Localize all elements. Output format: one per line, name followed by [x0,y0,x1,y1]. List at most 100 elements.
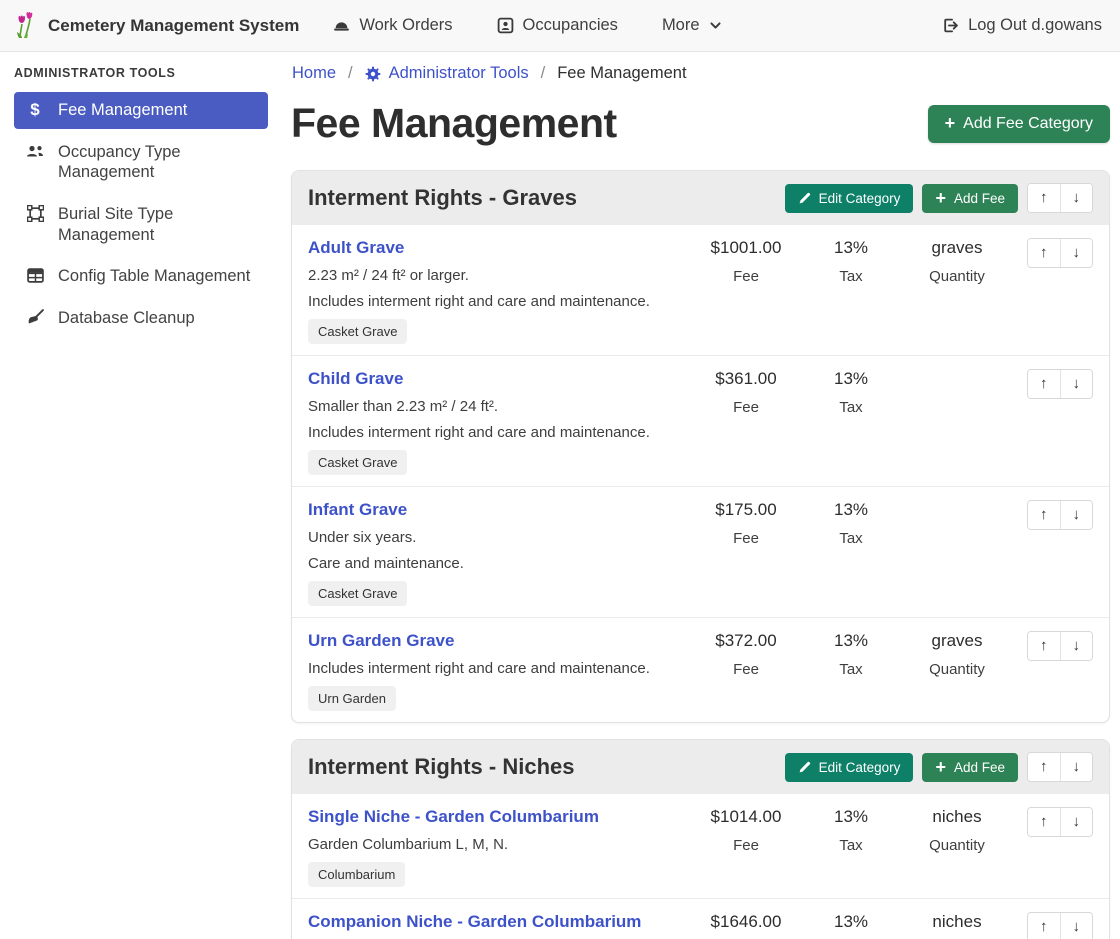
breadcrumb-separator: / [541,64,546,83]
tax-value: 13% [801,807,901,827]
fee-name-link[interactable]: Child Grave [308,369,403,389]
move-category-up-button[interactable]: ↑ [1028,184,1060,212]
fee-reorder-group: ↑ ↓ [1027,631,1093,661]
sidebar-item-burial-site-type-management[interactable]: Burial Site Type Management [14,196,268,253]
fee-amount: $372.00 [691,631,801,651]
fee-amount-col: $1014.00 Fee [691,807,801,854]
move-fee-up-button[interactable]: ↑ [1028,632,1060,660]
move-category-down-button[interactable]: ↓ [1060,184,1093,212]
logout-button[interactable]: Log Out d.gowans [942,16,1102,35]
top-navbar: Cemetery Management System Work Orders O… [0,0,1120,52]
move-category-up-button[interactable]: ↑ [1028,753,1060,781]
move-fee-up-button[interactable]: ↑ [1028,370,1060,398]
fee-description: Includes interment right and care and ma… [308,424,691,441]
add-fee-button[interactable]: + Add Fee [922,753,1018,782]
fee-label: Fee [691,661,801,678]
tax-value: 13% [801,631,901,651]
quantity-unit: graves [901,238,1013,258]
quantity-unit: niches [901,912,1013,932]
gear-icon [365,66,381,82]
breadcrumb: Home / Administrator To [292,64,1110,83]
sidebar-item-occupancy-type-management[interactable]: Occupancy Type Management [14,134,268,191]
add-fee-category-button[interactable]: + Add Fee Category [928,105,1110,143]
fee-type-badge: Urn Garden [308,686,396,711]
category-reorder-group: ↑ ↓ [1027,183,1093,213]
fee-amount-col: $361.00 Fee [691,369,801,416]
sidebar-item-fee-management[interactable]: $ Fee Management [14,92,268,129]
table-icon [25,267,45,284]
fee-category-card: Interment Rights - Graves Edit Category … [291,170,1110,723]
fee-name-link[interactable]: Urn Garden Grave [308,631,454,651]
app-title: Cemetery Management System [48,16,299,36]
fee-amount: $175.00 [691,500,801,520]
move-fee-down-button[interactable]: ↓ [1060,239,1093,267]
categories: Interment Rights - Graves Edit Category … [291,170,1110,939]
plus-icon: + [935,760,946,774]
move-fee-up-button[interactable]: ↑ [1028,239,1060,267]
app-brand: Cemetery Management System [14,12,299,39]
tax-value: 13% [801,912,901,932]
nav-occupancies[interactable]: Occupancies [497,16,618,35]
quantity-label: Quantity [901,661,1013,678]
fee-label: Fee [691,268,801,285]
move-fee-down-button[interactable]: ↓ [1060,501,1093,529]
breadcrumb-current: Fee Management [557,64,686,83]
logout-icon [942,17,959,34]
fee-row: Adult Grave 2.23 m² / 24 ft² or larger.I… [292,225,1109,355]
fee-amount: $1014.00 [691,807,801,827]
nav-more[interactable]: More [662,16,722,35]
fee-amount: $1001.00 [691,238,801,258]
category-header: Interment Rights - Niches Edit Category … [292,740,1109,794]
breadcrumb-separator: / [348,64,353,83]
move-fee-up-button[interactable]: ↑ [1028,808,1060,836]
add-fee-button[interactable]: + Add Fee [922,184,1018,213]
people-icon [25,143,45,160]
fee-amount: $361.00 [691,369,801,389]
sidebar-item-config-table-management[interactable]: Config Table Management [14,258,268,295]
fee-amount-col: $1001.00 Fee [691,238,801,285]
tax-col: 13% Tax [801,369,901,416]
move-fee-down-button[interactable]: ↓ [1060,913,1093,939]
breadcrumb-home-link[interactable]: Home [292,64,336,83]
tax-label: Tax [801,661,901,678]
fee-type-badge: Casket Grave [308,581,407,606]
fee-type-badge: Columbarium [308,862,405,887]
fee-name-link[interactable]: Infant Grave [308,500,407,520]
fee-row: Infant Grave Under six years.Care and ma… [292,486,1109,617]
fee-description: Includes interment right and care and ma… [308,293,691,310]
fee-reorder-group: ↑ ↓ [1027,369,1093,399]
nav-work-orders[interactable]: Work Orders [333,16,452,35]
move-fee-up-button[interactable]: ↑ [1028,501,1060,529]
plus-icon: + [935,191,946,205]
breadcrumb-admin-tools-link[interactable]: Administrator Tools [365,64,529,83]
fee-amount-col: $175.00 Fee [691,500,801,547]
sidebar: ADMINISTRATOR TOOLS $ Fee Management Occ… [0,52,280,341]
move-category-down-button[interactable]: ↓ [1060,753,1093,781]
move-fee-down-button[interactable]: ↓ [1060,632,1093,660]
fee-row: Single Niche - Garden Columbarium Garden… [292,794,1109,898]
move-fee-down-button[interactable]: ↓ [1060,370,1093,398]
fee-reorder-group: ↑ ↓ [1027,912,1093,939]
tax-label: Tax [801,399,901,416]
quantity-col: niches Quantity [901,807,1013,854]
move-fee-up-button[interactable]: ↑ [1028,913,1060,939]
edit-category-button[interactable]: Edit Category [785,184,914,213]
category-reorder-group: ↑ ↓ [1027,752,1093,782]
quantity-unit: graves [901,631,1013,651]
plus-icon: + [945,116,956,130]
fee-name-link[interactable]: Single Niche - Garden Columbarium [308,807,599,827]
fee-reorder-group: ↑ ↓ [1027,807,1093,837]
fee-description: Care and maintenance. [308,555,691,572]
quantity-unit: niches [901,807,1013,827]
move-fee-down-button[interactable]: ↓ [1060,808,1093,836]
sidebar-header: ADMINISTRATOR TOOLS [14,66,268,80]
edit-category-button[interactable]: Edit Category [785,753,914,782]
fee-row: Companion Niche - Garden Columbarium Gar… [292,898,1109,939]
vector-square-icon [25,205,45,222]
sidebar-item-database-cleanup[interactable]: Database Cleanup [14,300,268,337]
occupancy-badge-icon [497,17,514,34]
fee-name-link[interactable]: Adult Grave [308,238,404,258]
fee-name-link[interactable]: Companion Niche - Garden Columbarium [308,912,641,932]
broom-icon [25,309,45,326]
tax-col: 13% Tax [801,500,901,547]
